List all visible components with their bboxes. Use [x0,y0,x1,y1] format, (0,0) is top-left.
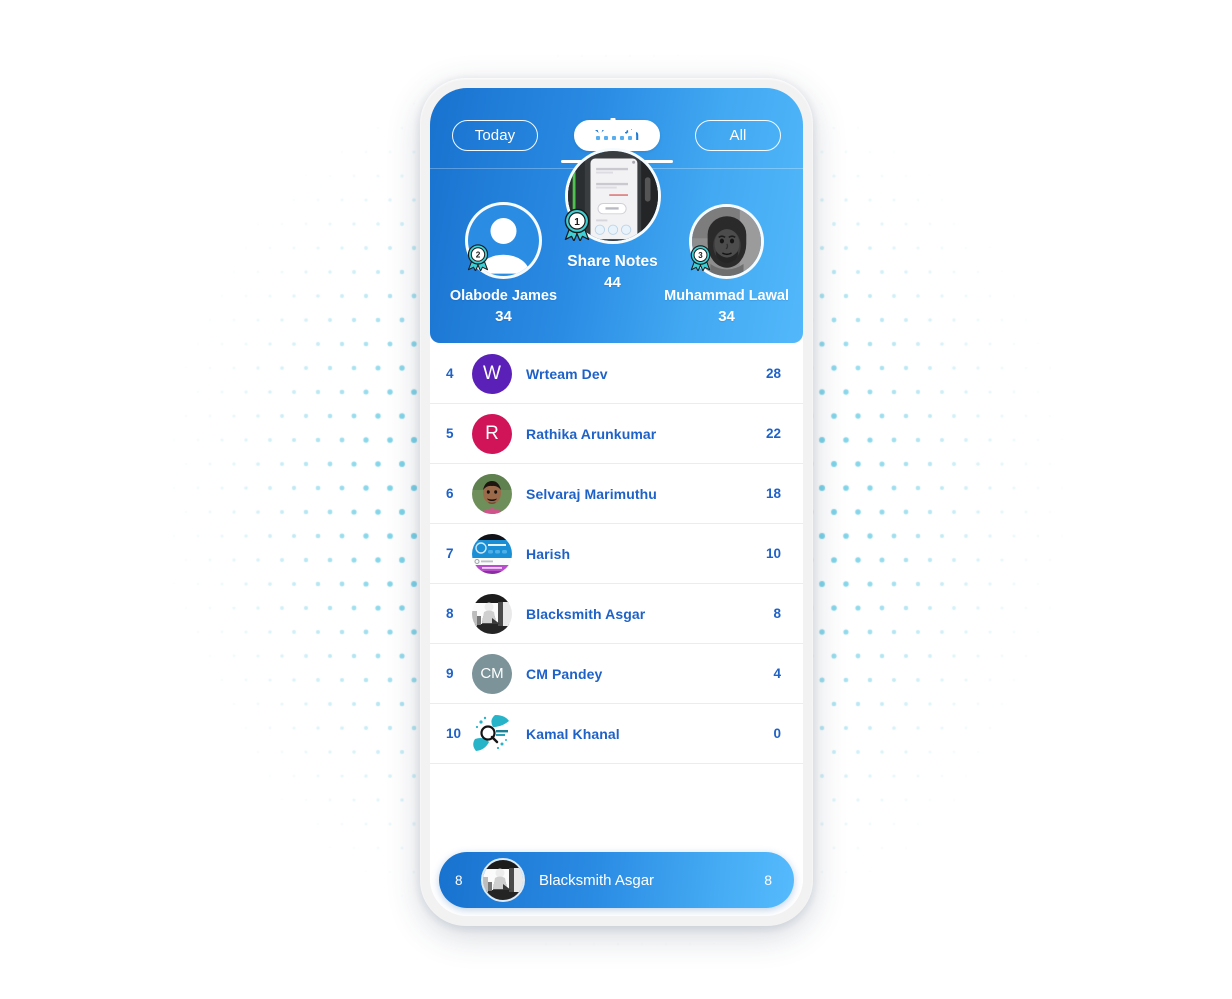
row-rank: 9 [446,666,454,681]
row-avatar [472,593,512,634]
podium-first-name: Share Notes [567,252,658,270]
podium-third-score: 34 [718,308,735,325]
row-name: Harish [526,545,571,562]
row-name: CM Pandey [526,665,603,682]
row-score: 10 [765,546,781,561]
current-user-avatar [481,858,525,902]
tab-today-label: Today [474,126,516,144]
row-rank: 6 [446,486,454,501]
svg-text:1: 1 [574,216,580,227]
podium-second-avatar-wrap: 2 [464,201,542,279]
rank-badge-2-icon: 2 [464,243,492,272]
podium-second-score: 34 [495,308,512,325]
phone-device-frame: Today Month All [420,78,813,926]
table-row[interactable]: 5 R Rathika Arunkumar 22 [430,404,803,464]
tab-today[interactable]: Today [452,119,538,151]
table-row[interactable]: 9 CM CM Pandey 4 [430,644,803,704]
current-user-name: Blacksmith Asgar [539,871,655,889]
row-rank: 8 [446,606,454,621]
row-name: Kamal Khanal [526,725,620,742]
podium-first-avatar-wrap: 1 [564,116,661,244]
rank-badge-3-icon: 3 [687,244,714,272]
podium-third-avatar-wrap: 3 [687,203,765,279]
row-name: Wrteam Dev [526,365,608,382]
row-avatar: R [472,413,512,454]
row-score: 22 [765,426,781,441]
tab-all-label: All [729,126,747,144]
table-row[interactable]: 4 W Wrteam Dev 28 [430,344,803,404]
row-score: 0 [773,726,781,741]
row-avatar: CM [472,653,512,694]
podium-third-place[interactable]: 3 Muhammad Lawal 34 [664,203,789,325]
row-name: Rathika Arunkumar [526,425,657,442]
svg-text:3: 3 [698,251,703,260]
row-avatar [472,473,512,514]
row-avatar [472,533,512,574]
current-user-score: 8 [764,872,772,888]
phone-screen: Today Month All [430,88,803,916]
table-row[interactable]: 8 Blacksmith Asgar 8 [430,584,803,644]
svg-text:2: 2 [476,251,481,260]
table-row[interactable]: 7 Harish 10 [430,524,803,584]
current-user-row[interactable]: 8 Blacksmith Asgar 8 [439,852,794,908]
row-name: Blacksmith Asgar [526,605,646,622]
tab-all[interactable]: All [695,119,781,151]
leaderboard-header: Today Month All [430,88,803,343]
row-rank: 4 [446,366,454,381]
podium-third-name: Muhammad Lawal [664,287,789,304]
row-score: 28 [765,366,781,381]
row-score: 8 [773,606,781,621]
rank-badge-1-icon: 1 [560,207,594,242]
row-avatar: W [472,353,512,394]
podium-second-name: Olabode James [449,287,558,304]
top-three-podium: 2 Olabode James 34 1 Share Notes 44 3 Mu… [430,116,803,343]
row-name: Selvaraj Marimuthu [526,485,657,502]
podium-second-place[interactable]: 2 Olabode James 34 [444,201,563,325]
podium-first-place[interactable]: 1 Share Notes 44 [555,116,670,325]
leaderboard-list[interactable]: 4 W Wrteam Dev 28 5 R Rathika Arunkumar 22 6 Selv… [430,343,803,916]
table-row[interactable]: 6 Selvaraj Marimuthu 18 [430,464,803,524]
row-score: 4 [773,666,781,681]
podium-first-score: 44 [604,274,621,291]
table-row[interactable]: 10 Kamal Khanal 0 [430,704,803,764]
row-rank: 7 [446,546,454,561]
row-rank: 5 [446,426,454,441]
row-score: 18 [765,486,781,501]
current-user-rank: 8 [455,872,463,888]
row-avatar [472,714,512,754]
